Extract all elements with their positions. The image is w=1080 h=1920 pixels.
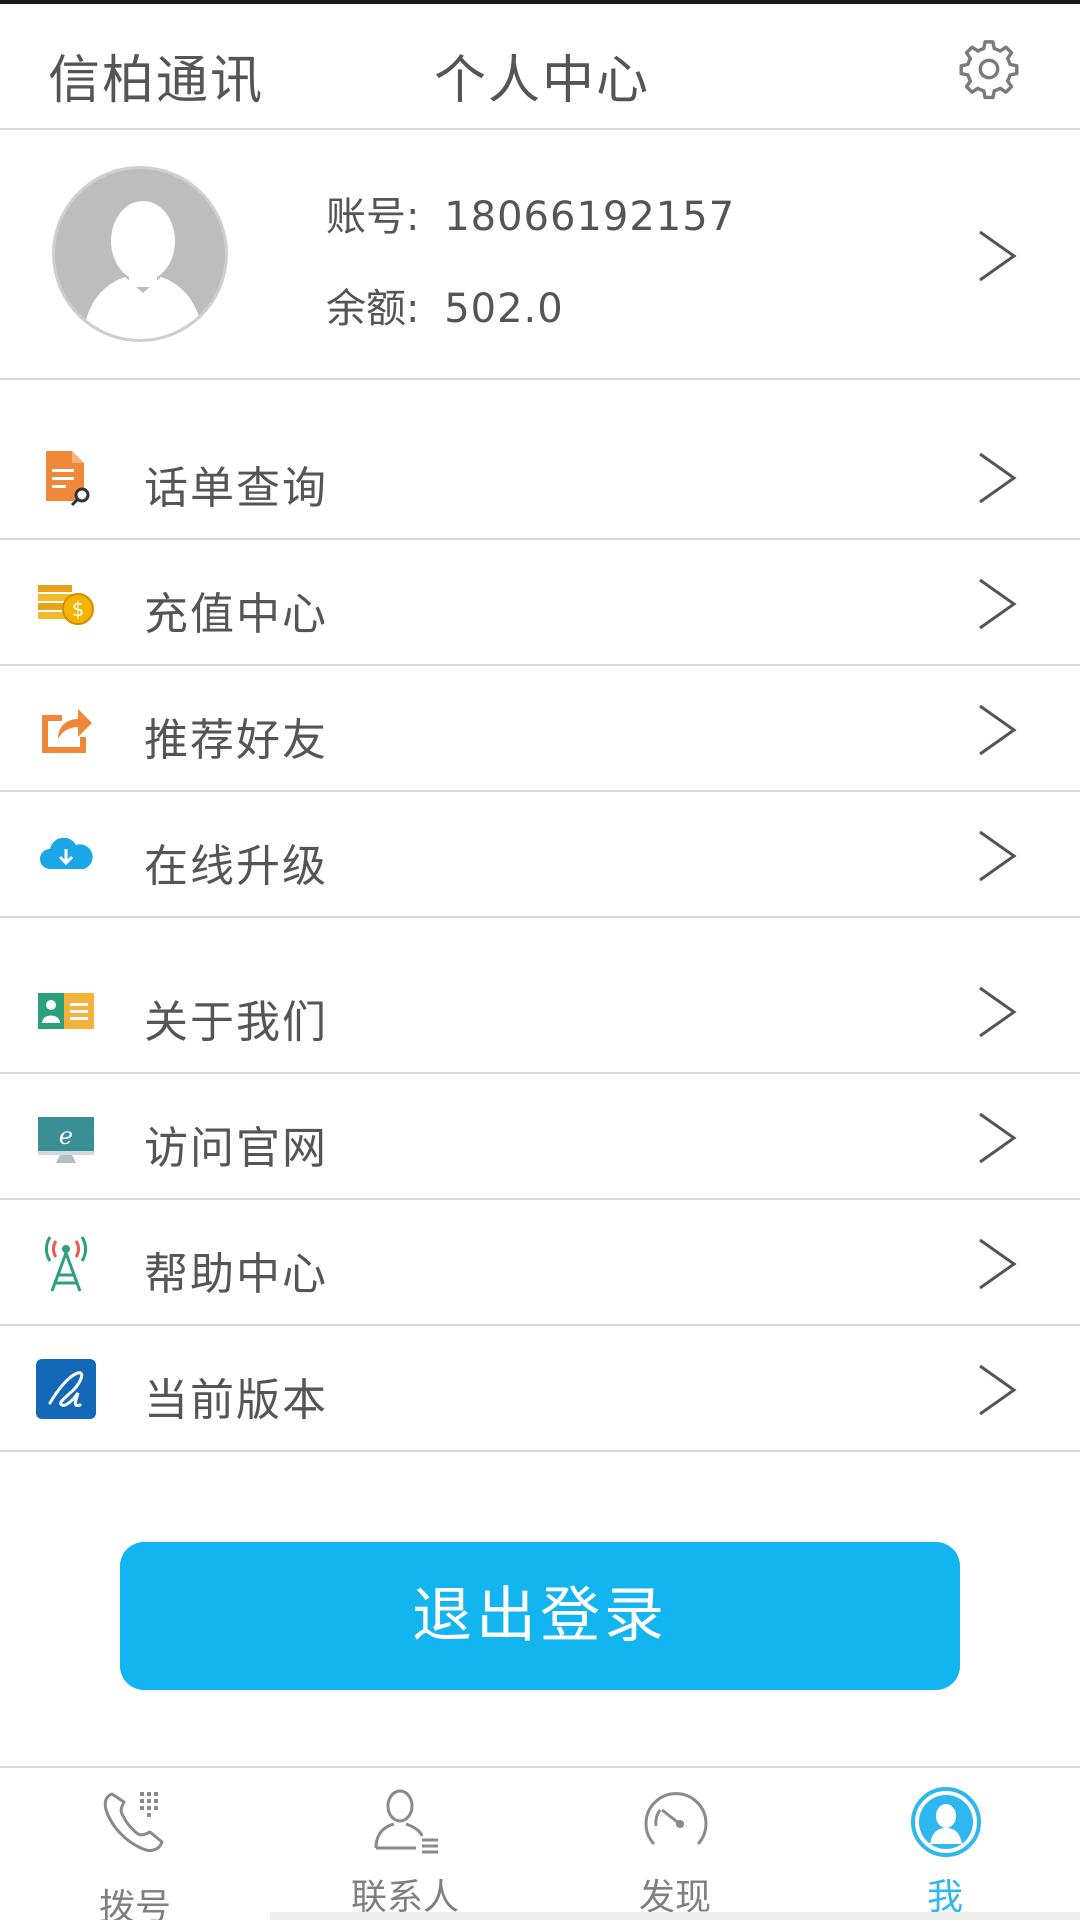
menu-label: 在线升级: [144, 841, 328, 892]
chevron-right-icon: [979, 704, 1017, 756]
me-avatar-icon: [911, 1787, 981, 1857]
profile-card[interactable]: 账号: 18066192157 余额: 502.0: [0, 130, 1080, 380]
menu-item-call-records[interactable]: 话单查询: [0, 414, 1080, 540]
gesture-bar: [270, 1912, 1080, 1920]
default-user-icon: [83, 201, 203, 339]
chevron-right-icon: [979, 1238, 1017, 1290]
menu-label: 关于我们: [144, 997, 328, 1048]
svg-text:e: e: [59, 1122, 73, 1150]
discover-icon: [644, 1792, 708, 1846]
menu-label: 充值中心: [144, 589, 328, 640]
svg-text:$: $: [72, 597, 85, 621]
id-card-icon: [38, 993, 94, 1029]
chevron-right-icon: [979, 986, 1017, 1038]
menu-item-about-us[interactable]: 关于我们: [0, 948, 1080, 1074]
menu-item-online-upgrade[interactable]: 在线升级: [0, 792, 1080, 918]
balance-label: 余额:: [326, 286, 420, 332]
bottom-tab-bar: 拨号 联系人 发现 我: [0, 1766, 1080, 1920]
cloud-download-icon: [40, 837, 93, 869]
chevron-right-icon: [979, 1364, 1017, 1416]
account-row: 账号: 18066192157: [326, 184, 735, 242]
tab-discover[interactable]: 发现: [540, 1768, 810, 1920]
balance-row: 余额: 502.0: [326, 276, 564, 334]
menu-label: 推荐好友: [144, 715, 328, 766]
menu-label: 帮助中心: [144, 1249, 328, 1300]
account-label: 账号:: [326, 194, 420, 240]
browser-icon: e: [38, 1117, 94, 1163]
menu-item-recommend-friends[interactable]: 推荐好友: [0, 666, 1080, 792]
chevron-right-icon: [979, 1112, 1017, 1164]
share-icon: [42, 709, 92, 753]
chevron-right-icon: [979, 578, 1017, 630]
menu-item-current-version[interactable]: 当前版本: [0, 1326, 1080, 1452]
menu-label: 话单查询: [144, 463, 328, 514]
app-title: 信柏通讯: [48, 51, 265, 111]
phone-dialpad-icon: [103, 1792, 164, 1852]
coins-icon: $: [38, 585, 94, 625]
chevron-right-icon: [979, 830, 1017, 882]
menu-item-help-center[interactable]: 帮助中心: [0, 1200, 1080, 1326]
personal-center-screen: 信柏通讯 个人中心 账号: 18066192157 余额: 502.0 话单查询…: [0, 0, 1080, 1920]
chevron-right-icon: [979, 452, 1017, 504]
app-logo-icon: [36, 1359, 96, 1419]
gear-icon[interactable]: [958, 38, 1020, 100]
avatar: [52, 166, 228, 342]
call-record-search-icon: [46, 451, 90, 507]
balance-value: 502.0: [444, 286, 564, 332]
menu-label: 访问官网: [144, 1123, 328, 1174]
menu-item-visit-website[interactable]: e 访问官网: [0, 1074, 1080, 1200]
account-value: 18066192157: [444, 194, 736, 240]
page-title: 个人中心: [434, 51, 651, 111]
tab-me[interactable]: 我: [810, 1768, 1080, 1920]
logout-button[interactable]: 退出登录: [120, 1542, 960, 1690]
tab-dial[interactable]: 拨号: [0, 1768, 270, 1920]
chevron-right-icon: [979, 230, 1017, 282]
header-bar: 信柏通讯 个人中心: [0, 8, 1080, 130]
tab-label: 拨号: [98, 1887, 171, 1920]
menu-item-recharge[interactable]: $ 充值中心: [0, 540, 1080, 666]
menu-label: 当前版本: [144, 1375, 328, 1426]
contact-icon: [374, 1789, 438, 1854]
signal-tower-icon: [45, 1236, 87, 1292]
tab-contacts[interactable]: 联系人: [270, 1768, 540, 1920]
